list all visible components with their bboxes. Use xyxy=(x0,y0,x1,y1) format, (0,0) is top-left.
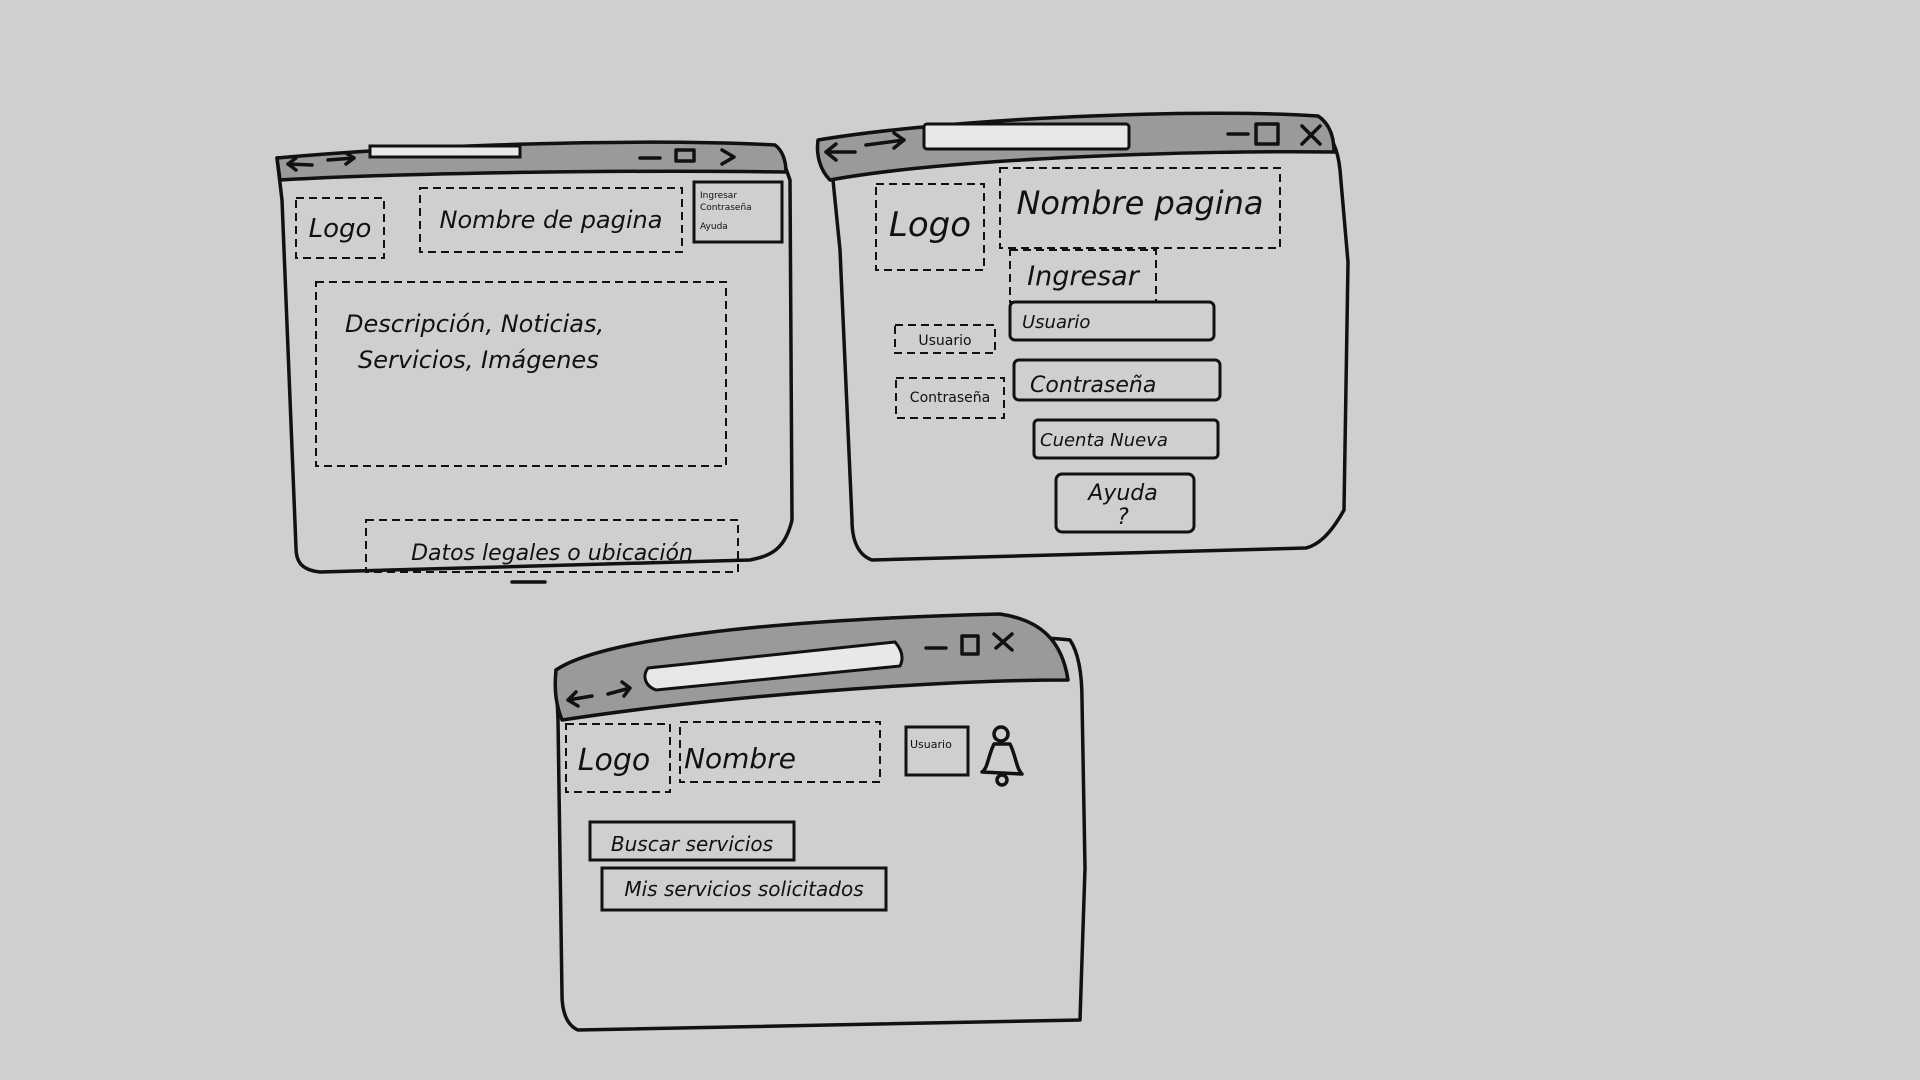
page-name-label: Nombre de pagina xyxy=(440,206,663,234)
page-name-label: Nombre pagina xyxy=(1016,184,1263,222)
menu-item-contrasena[interactable]: Contraseña xyxy=(700,203,752,213)
content-line-1: Descripción, Noticias, xyxy=(345,310,604,338)
user-label: Usuario xyxy=(918,333,971,349)
sketch-window-dashboard: Logo Nombre Usuario Buscar servicios Mis… xyxy=(553,612,1087,1032)
user-box-label[interactable]: Usuario xyxy=(910,738,952,751)
logo-label: Logo xyxy=(309,214,372,244)
logo-label: Logo xyxy=(889,205,971,245)
footer-label: Datos legales o ubicación xyxy=(411,541,693,566)
help-question-mark[interactable]: ? xyxy=(1117,505,1129,530)
menu-item-ingresar[interactable]: Ingresar xyxy=(700,191,737,201)
password-input-value[interactable]: Contraseña xyxy=(1030,373,1156,398)
search-services-label[interactable]: Buscar servicios xyxy=(611,832,773,856)
password-label: Contraseña xyxy=(910,390,990,406)
sketch-window-home: Logo Nombre de pagina Ingresar Contraseñ… xyxy=(275,140,794,584)
login-title: Ingresar xyxy=(1027,261,1141,292)
url-bar[interactable] xyxy=(922,122,1131,151)
menu-item-ayuda[interactable]: Ayuda xyxy=(700,222,728,232)
page-name-label: Nombre xyxy=(684,742,796,775)
wireframe-sketches: Logo Nombre de pagina Ingresar Contraseñ… xyxy=(275,111,1350,1032)
sketch-window-login: Logo Nombre pagina Ingresar Usuario Usua… xyxy=(815,111,1350,562)
logo-label: Logo xyxy=(578,743,650,778)
help-label[interactable]: Ayuda xyxy=(1086,481,1157,506)
url-bar[interactable] xyxy=(368,144,522,159)
new-account-label[interactable]: Cuenta Nueva xyxy=(1040,430,1168,451)
my-services-label[interactable]: Mis servicios solicitados xyxy=(624,877,863,901)
user-input-value[interactable]: Usuario xyxy=(1022,312,1090,333)
content-line-2: Servicios, Imágenes xyxy=(358,346,599,374)
